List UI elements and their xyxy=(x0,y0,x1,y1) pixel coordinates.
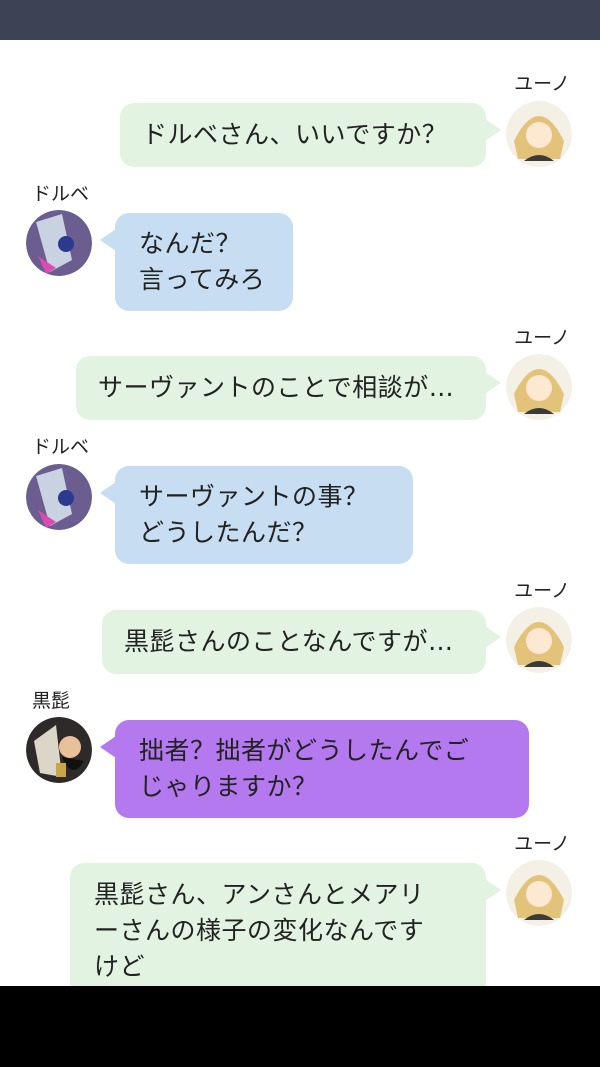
message-bubble[interactable]: サーヴァントのことで相談が… xyxy=(76,356,501,420)
yuno-avatar-icon[interactable] xyxy=(506,607,572,673)
sender-name: 黒髭 xyxy=(32,690,71,712)
message-text: 拙者？拙者がどうしたんでご xyxy=(139,736,470,765)
message-text: ーさんの様子の変化なんです xyxy=(94,916,425,945)
message-bubble[interactable]: サーヴァントの事？ どうしたんだ？ xyxy=(100,466,413,564)
chat-log[interactable]: ユーノ ドルベさん、いいですか？ ドルベ なんだ？ 言ってみろ ユーノ サーヴァ… xyxy=(0,40,600,986)
message-text: じゃりますか？ xyxy=(139,772,318,801)
sender-name: ドルベ xyxy=(32,183,90,205)
sender-name: ドルベ xyxy=(32,436,90,458)
message-bubble[interactable]: 拙者？拙者がどうしたんでご じゃりますか？ xyxy=(100,720,529,818)
message-bubble[interactable]: 黒髭さんのことなんですが… xyxy=(102,610,501,674)
sender-name: ユーノ xyxy=(514,580,570,602)
message-bubble[interactable]: ドルベさん、いいですか？ xyxy=(120,103,501,167)
navigation-bar xyxy=(0,986,600,1067)
dorube-avatar-icon[interactable] xyxy=(26,464,92,530)
sender-name: ユーノ xyxy=(514,73,570,95)
message-bubble[interactable]: なんだ？ 言ってみろ xyxy=(100,213,293,311)
message-text: なんだ？ xyxy=(139,229,242,258)
dorube-avatar-icon[interactable] xyxy=(26,210,92,276)
message-bubble[interactable]: 黒髭さん、アンさんとメアリ ーさんの様子の変化なんです けど xyxy=(70,863,501,986)
yuno-avatar-icon[interactable] xyxy=(506,860,572,926)
message-text: ドルベさん、いいですか？ xyxy=(142,120,448,149)
yuno-avatar-icon[interactable] xyxy=(506,101,572,167)
sender-name: ユーノ xyxy=(514,327,570,349)
sender-name: ユーノ xyxy=(514,833,570,855)
message-text: どうしたんだ？ xyxy=(139,518,318,547)
message-text: サーヴァントの事？ xyxy=(139,482,369,511)
message-text: 黒髭さんのことなんですが… xyxy=(124,627,454,656)
status-bar xyxy=(0,0,600,40)
yuno-avatar-icon[interactable] xyxy=(506,354,572,420)
message-text: けど xyxy=(94,952,146,981)
message-text: サーヴァントのことで相談が… xyxy=(98,373,455,402)
message-text: 言ってみろ xyxy=(139,265,266,294)
message-text: 黒髭さん、アンさんとメアリ xyxy=(94,880,425,909)
kurohige-avatar-icon[interactable] xyxy=(26,717,92,783)
